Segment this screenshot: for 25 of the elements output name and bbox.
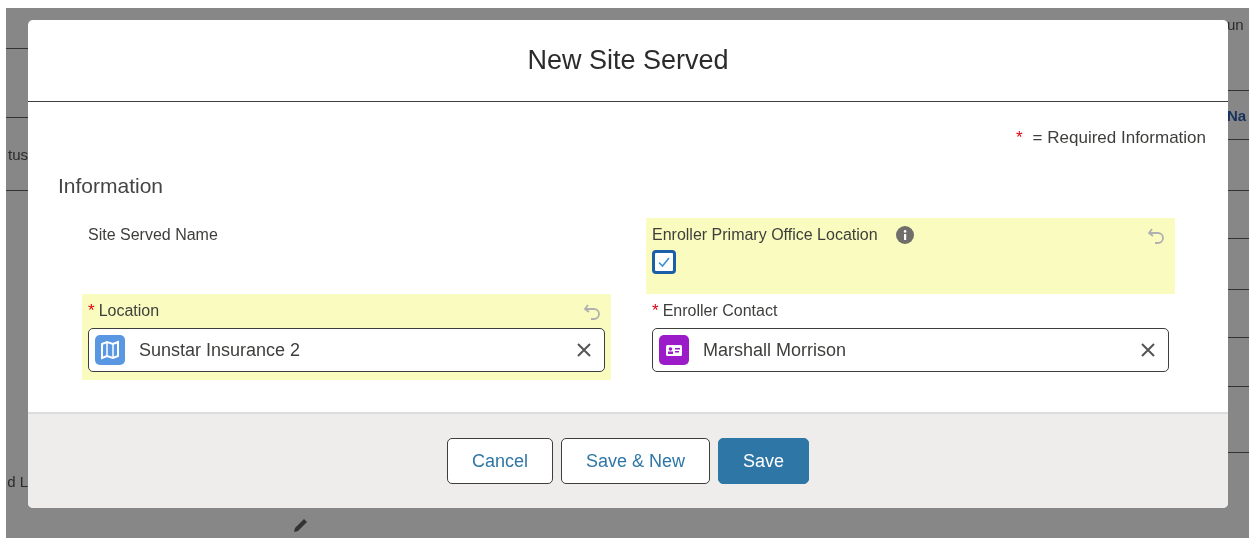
lookup-field[interactable]: Sunstar Insurance 2: [88, 328, 605, 372]
checkbox[interactable]: [652, 250, 676, 274]
footer-button[interactable]: Save & New: [560, 438, 710, 484]
checkmark-icon: [657, 256, 671, 268]
footer-button[interactable]: Cancel: [446, 438, 553, 484]
background-text: Na: [1227, 106, 1247, 124]
required-mark: *: [1015, 128, 1023, 148]
background-text: d L: [7, 472, 28, 490]
required-mark: *: [652, 301, 659, 321]
clear-icon[interactable]: [576, 342, 592, 358]
info-icon[interactable]: [895, 226, 914, 244]
background-text: tus: [8, 145, 28, 163]
required-mark: *: [88, 301, 95, 321]
modal-title: New Site Served: [527, 45, 729, 76]
background-text: un: [1227, 15, 1244, 33]
field-label: Location: [98, 302, 160, 320]
pencil-icon[interactable]: [292, 516, 310, 534]
save-button[interactable]: Save: [718, 438, 810, 484]
clear-icon[interactable]: [1140, 342, 1156, 358]
field-label: Site Served Name: [88, 226, 218, 244]
field-label: Enroller Contact: [662, 302, 778, 320]
required-note: = Required Information: [1032, 128, 1206, 148]
section-heading: Information: [58, 174, 165, 198]
field-label: Enroller Primary Office Location: [652, 226, 878, 244]
lookup-field[interactable]: Marshall Morrison: [652, 328, 1169, 372]
